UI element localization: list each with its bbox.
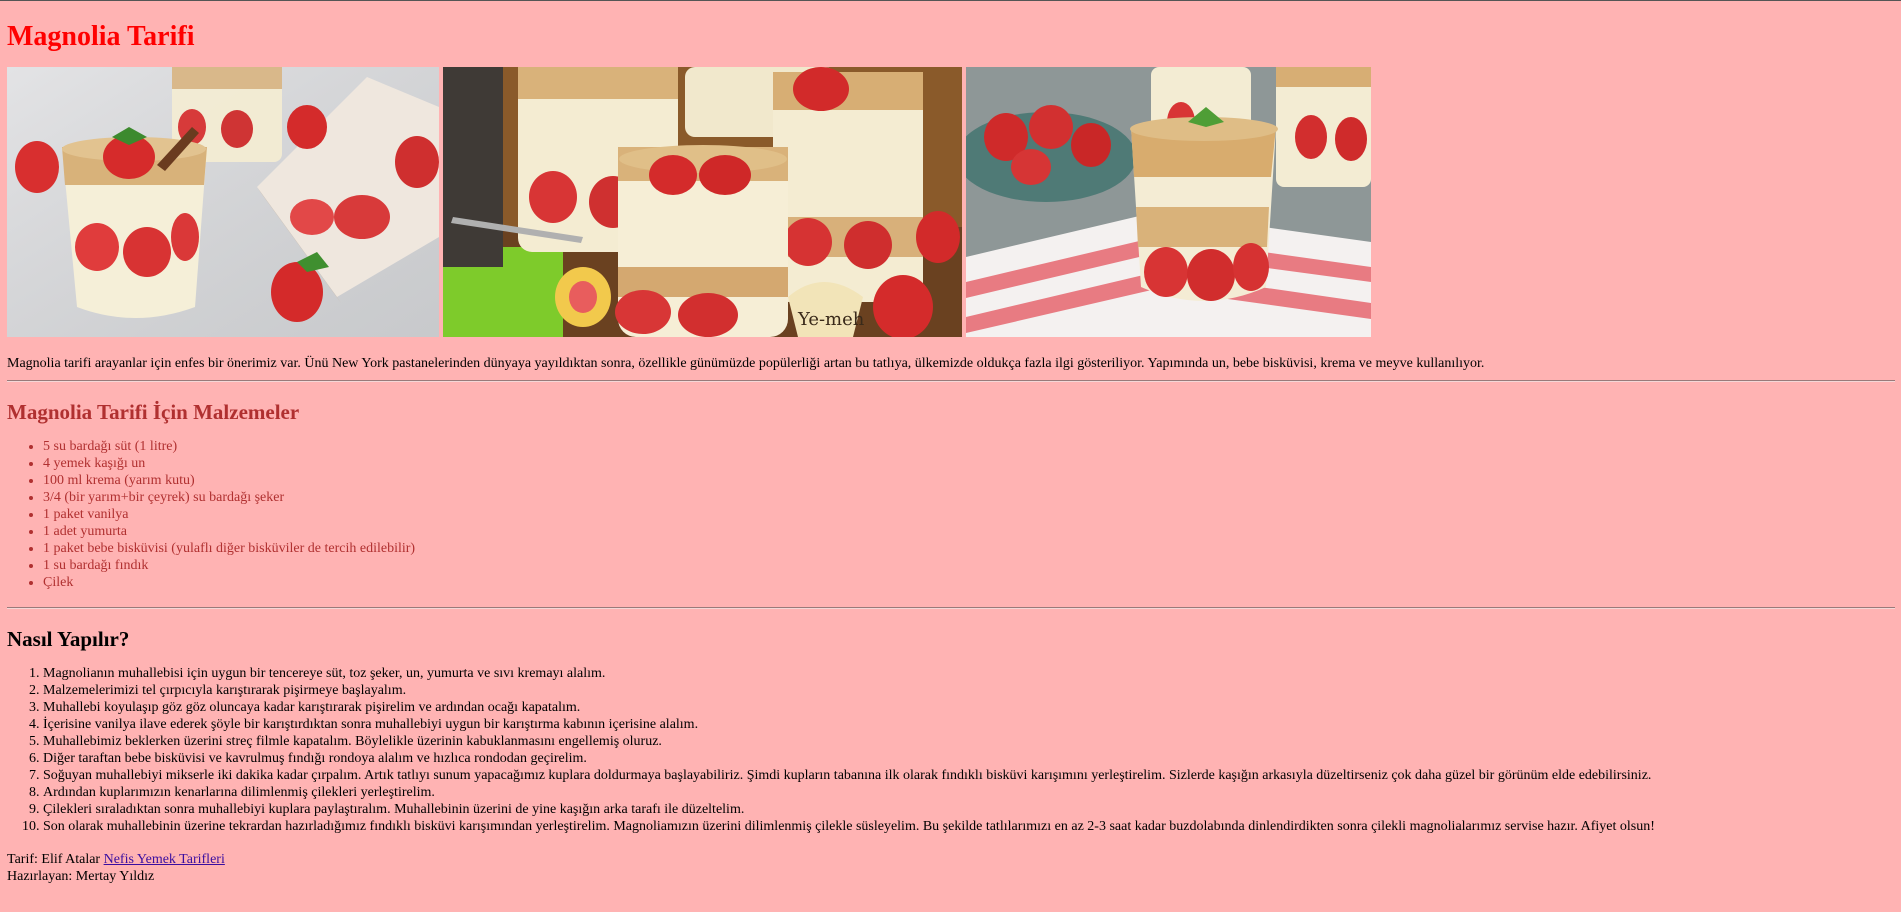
list-item: 5 su bardağı süt (1 litre) (43, 438, 1895, 455)
divider (7, 380, 1895, 382)
divider (7, 607, 1895, 609)
prepared-by: Hazırlayan: Mertay Yıldız (7, 869, 155, 884)
recipe-author-line: Tarif: Elif Atalar Nefis Yemek Tarifleri (7, 851, 1895, 868)
list-item: 1 paket vanilya (43, 506, 1895, 523)
dessert-photo-1 (7, 67, 439, 337)
strawberry-dessert-cup-photo-icon (966, 67, 1371, 337)
instructions-heading: Nasıl Yapılır? (7, 627, 130, 651)
recipe-author: Tarif: Elif Atalar (7, 852, 101, 867)
svg-text:Ye-meh: Ye-meh (797, 309, 865, 330)
list-item: Ardından kuplarımızın kenarlarına diliml… (43, 784, 1895, 801)
list-item: 4 yemek kaşığı un (43, 455, 1895, 472)
list-item: 3/4 (bir yarım+bir çeyrek) su bardağı şe… (43, 489, 1895, 506)
ingredients-list: 5 su bardağı süt (1 litre) 4 yemek kaşığ… (7, 438, 1895, 591)
strawberry-dessert-jars-photo-icon: Ye-meh (443, 67, 962, 337)
intro-paragraph: Magnolia tarifi arayanlar için enfes bir… (7, 356, 1485, 371)
photo-gallery: Ye-meh (7, 67, 1895, 337)
source-link[interactable]: Nefis Yemek Tarifleri (104, 852, 225, 867)
instructions-list: Magnolianın muhallebisi için uygun bir t… (7, 665, 1895, 835)
list-item: Magnolianın muhallebisi için uygun bir t… (43, 665, 1895, 682)
list-item: Diğer taraftan bebe bisküvisi ve kavrulm… (43, 750, 1895, 767)
ingredients-heading: Magnolia Tarifi İçin Malzemeler (7, 400, 300, 424)
list-item: 1 adet yumurta (43, 523, 1895, 540)
credits: Tarif: Elif Atalar Nefis Yemek Tarifleri… (7, 851, 1895, 885)
list-item: 1 paket bebe bisküvisi (yulaflı diğer bi… (43, 540, 1895, 557)
list-item: 1 su bardağı fındık (43, 557, 1895, 574)
page-content: Magnolia Tarifi Ye-meh Magnolia tarifi a… (7, 0, 1895, 885)
list-item: Muhallebi koyulaşıp göz göz oluncaya kad… (43, 699, 1895, 716)
strawberry-dessert-glass-photo-icon (7, 67, 439, 337)
dessert-photo-3 (966, 67, 1371, 337)
page-title: Magnolia Tarifi (7, 21, 195, 52)
list-item: İçerisine vanilya ilave ederek şöyle bir… (43, 716, 1895, 733)
list-item: Soğuyan muhallebiyi mikserle iki dakika … (43, 767, 1895, 784)
list-item: Malzemelerimizi tel çırpıcıyla karıştıra… (43, 682, 1895, 699)
dessert-photo-2: Ye-meh (443, 67, 962, 337)
list-item: 100 ml krema (yarım kutu) (43, 472, 1895, 489)
list-item: Muhallebimiz beklerken üzerini streç fil… (43, 733, 1895, 750)
list-item: Çilek (43, 574, 1895, 591)
list-item: Çilekleri sıraladıktan sonra muhallebiyi… (43, 801, 1895, 818)
list-item: Son olarak muhallebinin üzerine tekrarda… (43, 818, 1895, 835)
